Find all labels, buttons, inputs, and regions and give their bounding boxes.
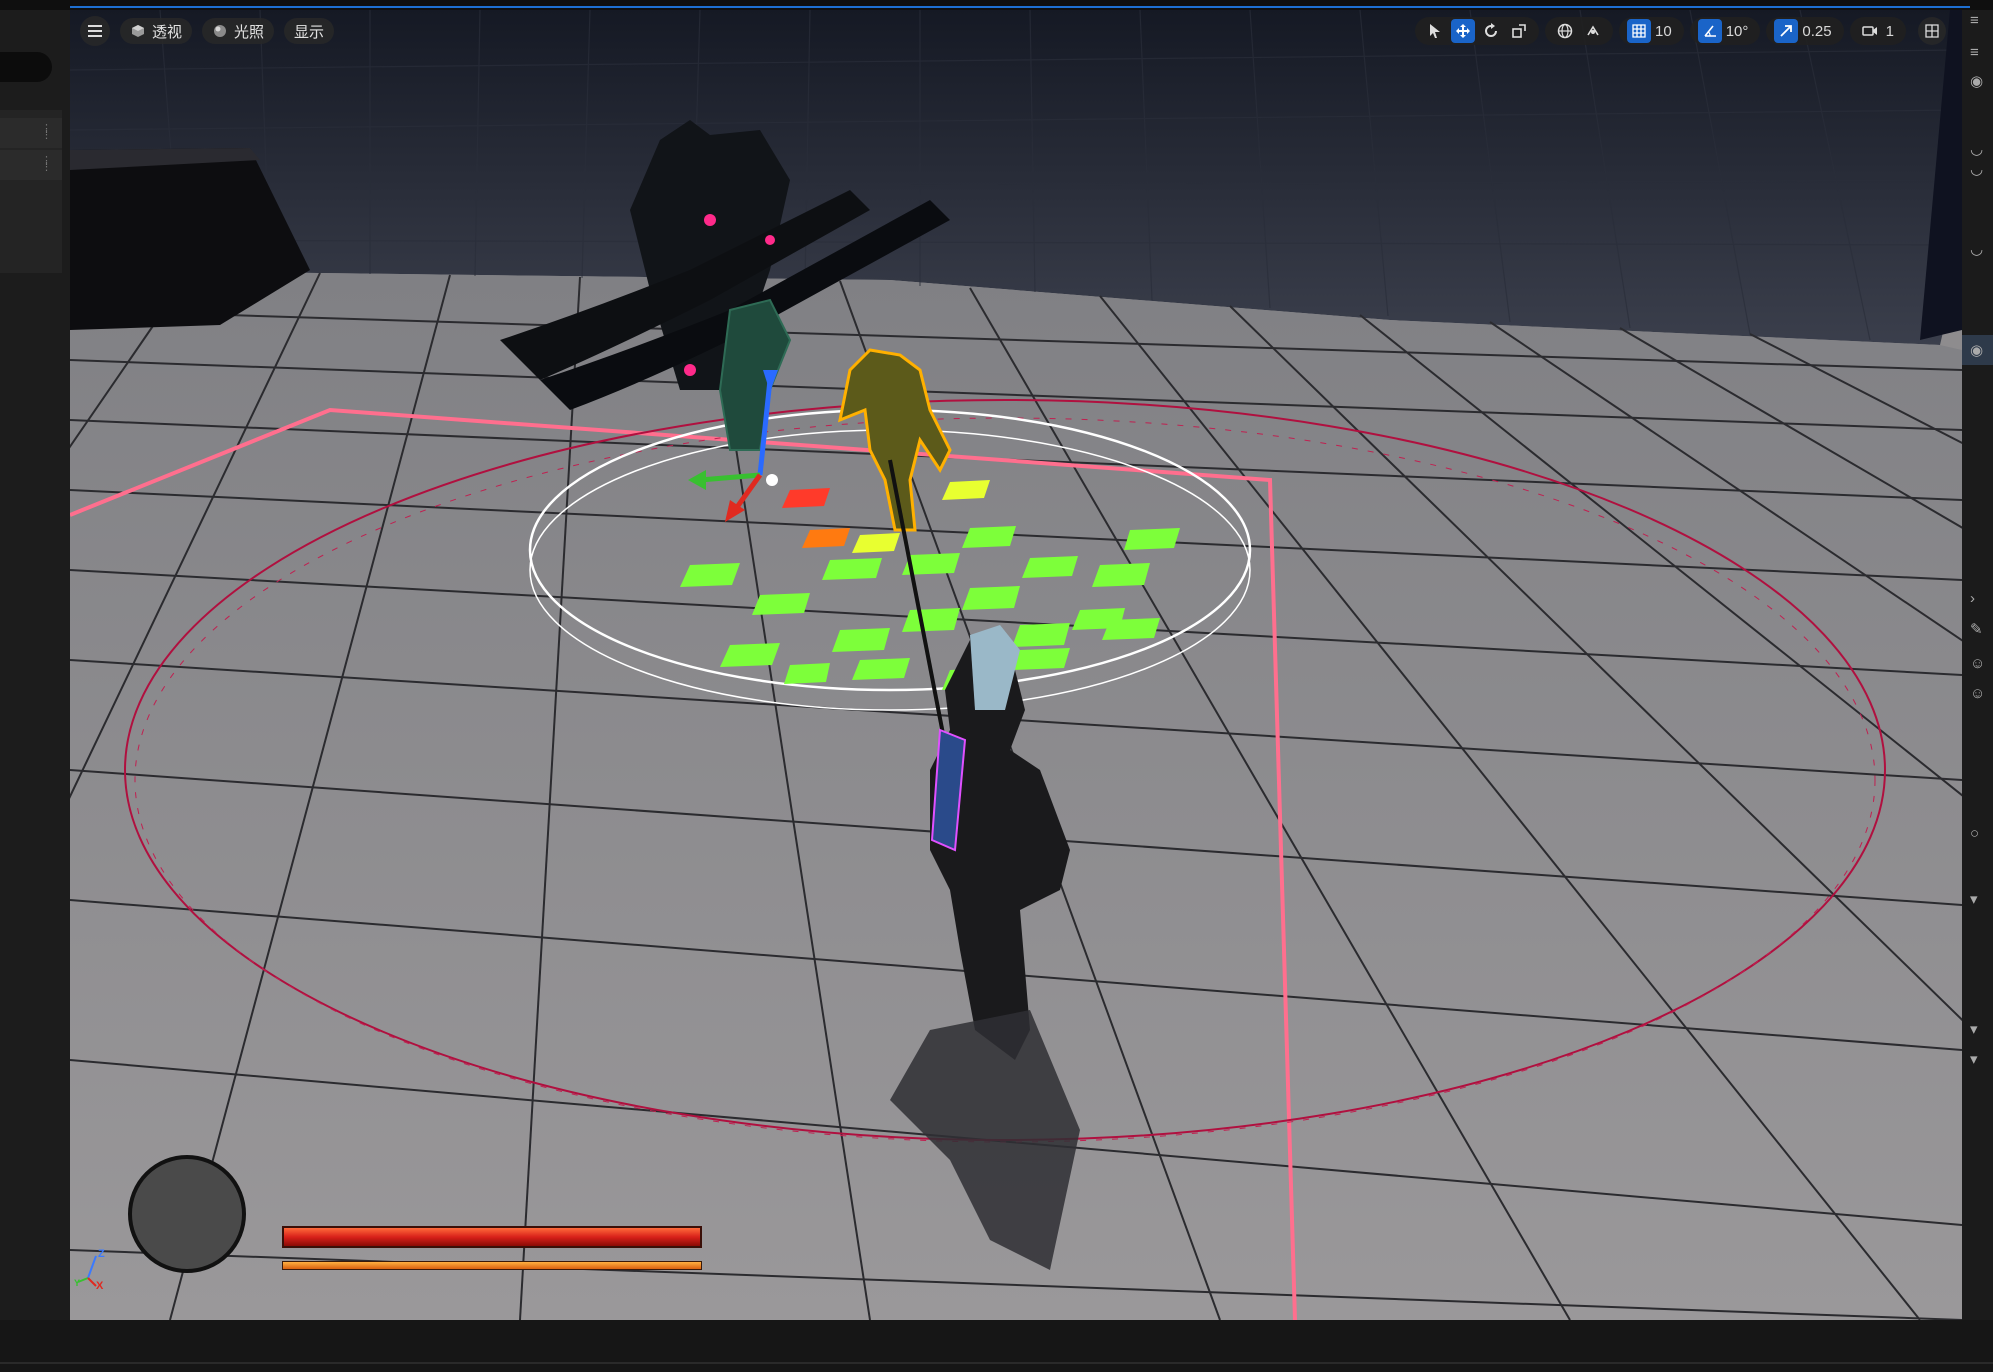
dropdown-arrow-icon[interactable]: ▾ <box>1970 890 1978 908</box>
scale-arrow-icon <box>1780 25 1793 37</box>
axis-x-label: X <box>96 1280 104 1292</box>
grid-snap-group: 10 <box>1619 17 1684 45</box>
bottom-status-bar <box>0 1320 1993 1372</box>
dropdown-arrow-icon[interactable]: ▾ <box>1970 1050 1978 1068</box>
select-mode-button[interactable] <box>1423 19 1447 43</box>
filter-icon[interactable]: ≡ <box>1970 44 1979 61</box>
camera-speed-button[interactable] <box>1858 19 1882 43</box>
grid-snap-toggle[interactable] <box>1627 19 1651 43</box>
dropdown-arrow-icon[interactable]: ▾ <box>1970 1020 1978 1038</box>
rotate-icon <box>1485 23 1497 37</box>
move-arrows-icon <box>1456 24 1470 38</box>
axis-z-label: Z <box>98 1248 105 1260</box>
visibility-eye-icon[interactable]: ◉ <box>1970 341 1983 359</box>
cursor-icon <box>1430 24 1440 38</box>
scene-render[interactable] <box>70 10 1962 1320</box>
show-flags-button[interactable]: 显示 <box>284 18 335 44</box>
view-mode-button[interactable]: 透视 <box>120 18 193 44</box>
axis-y-label: Y <box>74 1278 81 1288</box>
hamburger-menu-icon <box>88 25 102 37</box>
level-viewport[interactable]: 透视 光照 显示 10 10° 0.25 1 Z Y X <box>70 10 1962 1320</box>
viewport-menu-button[interactable] <box>80 16 110 46</box>
camera-speed-value[interactable]: 1 <box>1886 23 1894 40</box>
expand-icon[interactable]: › <box>1970 590 1975 607</box>
stamina-bar <box>282 1261 702 1270</box>
lighting-mode-button[interactable]: 光照 <box>202 18 275 44</box>
scale-icon <box>1512 24 1526 38</box>
coord-group <box>1545 17 1613 45</box>
scale-snap-group: 0.25 <box>1766 17 1844 45</box>
collapse-icon[interactable]: ◡ <box>1970 160 1983 178</box>
panel-row[interactable]: ⋮ ⋮ <box>0 150 62 180</box>
scale-snap-value[interactable]: 0.25 <box>1802 23 1831 40</box>
viewport-toolbar-left: 透视 光照 显示 <box>80 15 344 47</box>
grid-snap-value[interactable]: 10 <box>1655 23 1672 40</box>
translate-mode-button[interactable] <box>1451 19 1475 43</box>
surface-snap-toggle[interactable] <box>1581 19 1605 43</box>
transform-toolbar: 10 10° 0.25 1 <box>1415 15 1956 47</box>
sphere-icon <box>212 23 228 39</box>
collapse-icon[interactable]: ◡ <box>1970 240 1983 258</box>
visibility-eye-icon[interactable]: ◉ <box>1970 72 1983 90</box>
world-local-toggle[interactable] <box>1553 19 1577 43</box>
editor-title-strip <box>0 0 1993 10</box>
panel-search-field[interactable] <box>0 52 52 82</box>
view-mode-label: 透视 <box>152 23 183 41</box>
list-icon[interactable]: ≡ <box>1970 12 1979 29</box>
user-icon[interactable]: ☺ <box>1970 655 1985 672</box>
viewport-layout-button[interactable] <box>1917 17 1946 45</box>
axis-gizmo: Z Y X <box>74 1242 114 1292</box>
health-bar <box>282 1226 702 1248</box>
grid-icon <box>1632 24 1646 38</box>
transform-mode-group <box>1415 17 1539 45</box>
search-icon[interactable]: ○ <box>1970 825 1979 842</box>
angle-icon <box>1704 25 1716 37</box>
camera-icon <box>1861 26 1877 36</box>
drag-handle-icon[interactable]: ⋮ ⋮ <box>41 124 52 141</box>
user-icon[interactable]: ☺ <box>1970 685 1985 702</box>
rotate-mode-button[interactable] <box>1479 19 1503 43</box>
lighting-mode-label: 光照 <box>234 23 265 41</box>
camera-speed-group: 1 <box>1849 17 1906 45</box>
scale-mode-button[interactable] <box>1507 19 1531 43</box>
right-outliner-panel: ≡ ≡ ◉ ◡ ◡ ◡ ◉ › ✎ ☺ ☺ ○ ▾ ▾ ▾ <box>1962 10 1993 1372</box>
collapse-icon[interactable]: ◡ <box>1970 140 1983 158</box>
rotation-snap-value[interactable]: 10° <box>1726 23 1749 40</box>
rotation-snap-group: 10° <box>1689 17 1761 45</box>
viewport-layout-icon <box>1925 24 1939 38</box>
pencil-icon[interactable]: ✎ <box>1970 620 1983 638</box>
globe-icon <box>1557 23 1573 39</box>
rotation-snap-toggle[interactable] <box>1697 19 1722 43</box>
left-details-panel: ⋮ ⋮ ⋮ ⋮ <box>0 10 70 1320</box>
bottom-divider <box>0 1362 1993 1364</box>
outliner-selected-row[interactable]: ◉ <box>1962 335 1993 365</box>
drag-handle-icon[interactable]: ⋮ ⋮ <box>41 156 52 173</box>
show-flags-label: 显示 <box>294 23 325 41</box>
active-tab-accent <box>70 6 1970 8</box>
minimap-circle <box>128 1155 246 1273</box>
surface-snap-icon <box>1587 25 1599 36</box>
scale-snap-toggle[interactable] <box>1774 19 1799 43</box>
panel-row[interactable]: ⋮ ⋮ <box>0 118 62 148</box>
cube-icon <box>130 23 146 39</box>
